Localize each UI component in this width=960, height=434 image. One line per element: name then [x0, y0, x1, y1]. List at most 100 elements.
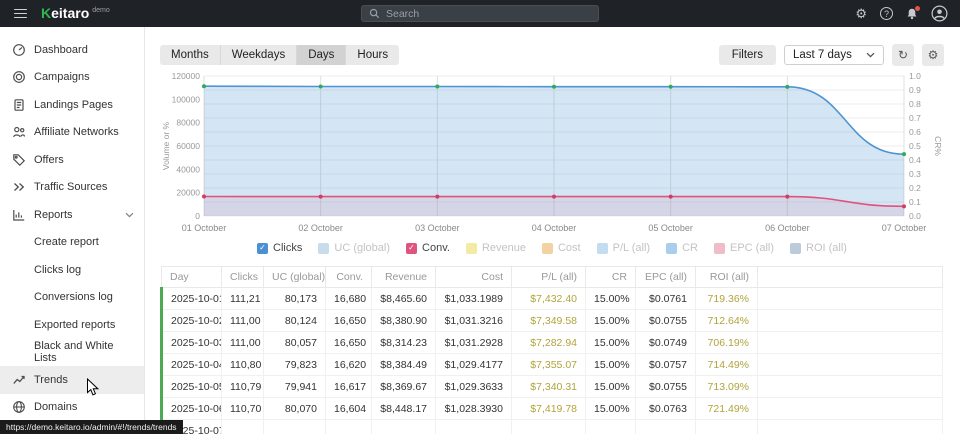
sidebar-item-create-report[interactable]: Create report — [0, 229, 144, 257]
search-input[interactable] — [386, 8, 591, 20]
search-box[interactable] — [361, 5, 599, 22]
legend-label: Clicks — [273, 242, 302, 254]
cell-filler — [758, 376, 943, 398]
tab-days[interactable]: Days — [297, 45, 346, 65]
legend-item-clicks[interactable]: ✓Clicks — [257, 242, 302, 254]
column-header-clicks[interactable]: Clicks — [222, 267, 264, 288]
legend-item-cr[interactable]: CR — [666, 242, 698, 254]
cell-uc: 80,070 — [264, 398, 326, 420]
menu-icon[interactable] — [12, 6, 29, 22]
cell-roi: 706.19% — [696, 332, 758, 354]
column-header-pl-all[interactable]: P/L (all) — [512, 267, 586, 288]
sidebar-item-offers[interactable]: Offers — [0, 146, 144, 174]
cell-cr: 15.00% — [586, 376, 636, 398]
sidebar-item-trends[interactable]: Trends — [0, 366, 144, 394]
cell-clicks: 110,79 — [222, 376, 264, 398]
cell-revenue: $8,465.60 — [372, 288, 436, 310]
legend-item-uc-global[interactable]: UC (global) — [318, 242, 390, 254]
sidebar-item-domains[interactable]: Domains — [0, 394, 144, 422]
legend-swatch — [666, 243, 677, 254]
svg-text:40000: 40000 — [176, 164, 200, 174]
tab-hours[interactable]: Hours — [346, 45, 399, 65]
date-range-select[interactable]: Last 7 days — [784, 45, 884, 65]
cell-day: 2025-10-03 — [162, 332, 222, 354]
logo-k: K — [41, 5, 51, 22]
svg-text:0.2: 0.2 — [909, 183, 921, 193]
cell-filler — [758, 354, 943, 376]
sidebar-item-dashboard[interactable]: Dashboard — [0, 36, 144, 64]
legend-label: ROI (all) — [806, 242, 847, 254]
refresh-button[interactable]: ↻ — [892, 44, 914, 66]
cell-clicks: 111,00 — [222, 310, 264, 332]
cell-epc: $0.0761 — [636, 288, 696, 310]
sidebar-item-label: Exported reports — [34, 319, 115, 331]
sidebar-item-label: Traffic Sources — [34, 181, 107, 193]
help-icon[interactable]: ? — [880, 7, 893, 20]
dashboard-icon — [12, 43, 27, 57]
sidebar-item-affiliate-networks[interactable]: Affiliate Networks — [0, 119, 144, 147]
legend-label: Revenue — [482, 242, 526, 254]
sidebar-item-clicks-log[interactable]: Clicks log — [0, 256, 144, 284]
cell-conv: 16,617 — [326, 376, 372, 398]
tab-months[interactable]: Months — [160, 45, 221, 65]
cell-pl: $7,340.31 — [512, 376, 586, 398]
sidebar-item-reports[interactable]: Reports — [0, 201, 144, 229]
table-header-row: Day Clicks UC (global) Conv. Revenue Cos… — [162, 267, 943, 288]
topbar: Keitaro demo ⚙ ? — [0, 0, 960, 27]
cell-epc: $0.0755 — [636, 310, 696, 332]
column-header-uc-global[interactable]: UC (global) — [264, 267, 326, 288]
legend-item-pl-all[interactable]: P/L (all) — [597, 242, 651, 254]
legend-item-epc-all[interactable]: EPC (all) — [714, 242, 774, 254]
cell-filler — [758, 332, 943, 354]
svg-text:0.8: 0.8 — [909, 99, 921, 109]
cell-revenue: $8,380.90 — [372, 310, 436, 332]
cell-clicks: 110,70 — [222, 398, 264, 420]
settings-gear-icon[interactable]: ⚙ — [855, 7, 867, 20]
target-icon — [12, 70, 27, 84]
sidebar-item-conversions-log[interactable]: Conversions log — [0, 284, 144, 312]
legend-item-cost[interactable]: Cost — [542, 242, 581, 254]
column-header-epc-all[interactable]: EPC (all) — [636, 267, 696, 288]
sidebar-item-traffic-sources[interactable]: Traffic Sources — [0, 174, 144, 202]
tab-weekdays[interactable]: Weekdays — [221, 45, 297, 65]
table-row: 2025-10-03 111,00 80,057 16,650 $8,314.2… — [162, 332, 943, 354]
cell-cost: $1,029.4177 — [436, 354, 512, 376]
notifications-bell-icon[interactable] — [906, 8, 918, 20]
cell-conv: 16,620 — [326, 354, 372, 376]
sidebar-item-exported-reports[interactable]: Exported reports — [0, 311, 144, 339]
app-logo[interactable]: Keitaro demo — [41, 5, 110, 22]
legend-item-roi-all[interactable]: ROI (all) — [790, 242, 847, 254]
cell-filler — [758, 310, 943, 332]
svg-text:07 October: 07 October — [882, 223, 927, 233]
globe-icon — [12, 400, 27, 414]
sidebar-item-landings-pages[interactable]: Landings Pages — [0, 91, 144, 119]
column-header-revenue[interactable]: Revenue — [372, 267, 436, 288]
cell-uc: 80,057 — [264, 332, 326, 354]
sidebar-item-campaigns[interactable]: Campaigns — [0, 64, 144, 92]
column-header-day[interactable]: Day — [162, 267, 222, 288]
cell-revenue: $8,369.67 — [372, 376, 436, 398]
notification-dot — [915, 6, 920, 11]
legend-swatch — [466, 243, 477, 254]
traffic-arrows-icon — [12, 180, 27, 194]
legend-label: Cost — [558, 242, 581, 254]
user-avatar-icon[interactable] — [931, 5, 948, 22]
sidebar-item-black-and-white-lists[interactable]: Black and White Lists — [0, 339, 144, 367]
cell-conv: 16,650 — [326, 332, 372, 354]
filters-button[interactable]: Filters — [719, 45, 776, 65]
legend-item-conv[interactable]: ✓Conv. — [406, 242, 450, 254]
cell-conv: 16,680 — [326, 288, 372, 310]
search-icon — [369, 8, 380, 19]
column-header-cr[interactable]: CR — [586, 267, 636, 288]
cell-epc: $0.0755 — [636, 376, 696, 398]
chart-settings-button[interactable]: ⚙ — [922, 44, 944, 66]
svg-text:05 October: 05 October — [648, 223, 693, 233]
date-range-value: Last 7 days — [793, 49, 852, 61]
column-header-cost[interactable]: Cost — [436, 267, 512, 288]
cell-clicks: 111,21 — [222, 288, 264, 310]
trend-chart-area: 0200004000060000800001000001200001.00.90… — [160, 70, 944, 240]
column-header-roi-all[interactable]: ROI (all) — [696, 267, 758, 288]
svg-text:0.7: 0.7 — [909, 113, 921, 123]
legend-item-revenue[interactable]: Revenue — [466, 242, 526, 254]
column-header-conv[interactable]: Conv. — [326, 267, 372, 288]
